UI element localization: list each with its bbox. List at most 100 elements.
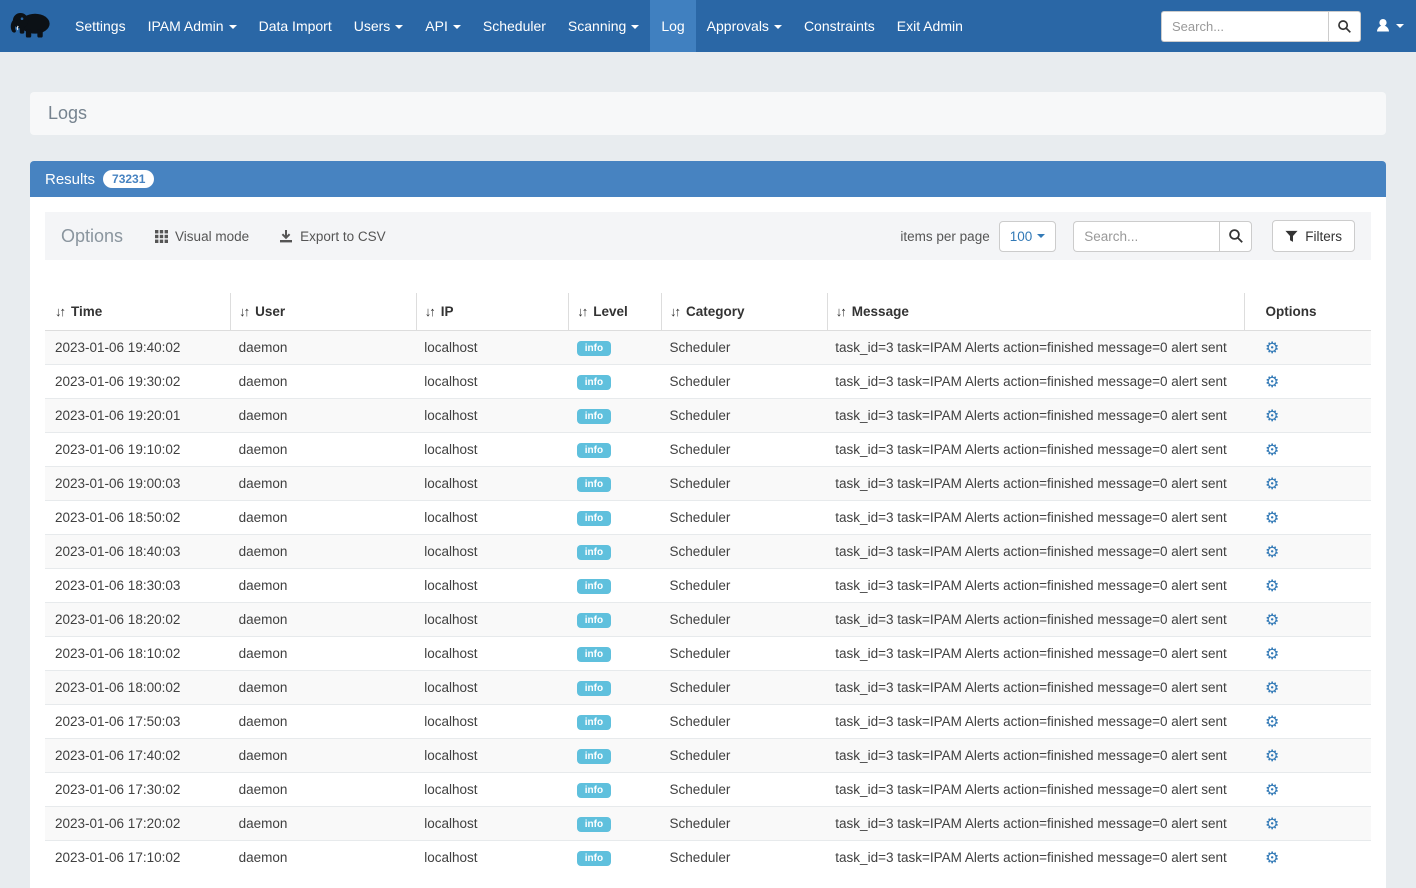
sort-icon: ↓↑: [670, 304, 679, 319]
cell-message: task_id=3 task=IPAM Alerts action=finish…: [827, 467, 1245, 501]
cell-level: info: [569, 807, 662, 841]
cell-message: task_id=3 task=IPAM Alerts action=finish…: [827, 637, 1245, 671]
column-header-category[interactable]: ↓↑Category: [662, 293, 828, 331]
cell-ip: localhost: [416, 399, 568, 433]
gear-icon[interactable]: ⚙: [1265, 814, 1279, 833]
gear-icon[interactable]: ⚙: [1265, 848, 1279, 867]
level-badge: info: [577, 409, 611, 424]
page-size-value: 100: [1010, 229, 1033, 244]
cell-category: Scheduler: [662, 807, 828, 841]
cell-options: ⚙: [1245, 705, 1371, 739]
nav-item-exit-admin[interactable]: Exit Admin: [886, 0, 974, 52]
gear-icon[interactable]: ⚙: [1265, 542, 1279, 561]
level-badge: info: [577, 851, 611, 866]
cell-time: 2023-01-06 18:50:02: [45, 501, 231, 535]
visual-mode-button[interactable]: Visual mode: [155, 229, 249, 244]
user-icon: [1375, 18, 1391, 34]
chevron-down-icon: [395, 25, 403, 29]
cell-message: task_id=3 task=IPAM Alerts action=finish…: [827, 535, 1245, 569]
grid-icon: [155, 230, 168, 243]
nav-item-api[interactable]: API: [414, 0, 472, 52]
nav-item-scanning[interactable]: Scanning: [557, 0, 650, 52]
column-header-time[interactable]: ↓↑Time: [45, 293, 231, 331]
results-panel: Results 73231 Options Visual mode: [30, 161, 1386, 888]
gear-icon[interactable]: ⚙: [1265, 508, 1279, 527]
nav-item-constraints[interactable]: Constraints: [793, 0, 886, 52]
gear-icon[interactable]: ⚙: [1265, 338, 1279, 357]
level-badge: info: [577, 749, 611, 764]
column-header-user[interactable]: ↓↑User: [231, 293, 417, 331]
page-size-dropdown[interactable]: 100: [999, 221, 1057, 252]
options-toolbar: Options Visual mode: [45, 212, 1371, 260]
cell-user: daemon: [231, 773, 417, 807]
cell-level: info: [569, 501, 662, 535]
nav-item-settings[interactable]: Settings: [64, 0, 137, 52]
log-table-row: 2023-01-06 19:10:02daemonlocalhostinfoSc…: [45, 433, 1371, 467]
cell-level: info: [569, 331, 662, 365]
cell-options: ⚙: [1245, 399, 1371, 433]
cell-level: info: [569, 365, 662, 399]
user-menu[interactable]: [1375, 18, 1404, 34]
gear-icon[interactable]: ⚙: [1265, 372, 1279, 391]
cell-user: daemon: [231, 841, 417, 875]
cell-options: ⚙: [1245, 365, 1371, 399]
cell-ip: localhost: [416, 671, 568, 705]
table-search-group: [1073, 221, 1252, 252]
gear-icon[interactable]: ⚙: [1265, 474, 1279, 493]
column-header-message[interactable]: ↓↑Message: [827, 293, 1245, 331]
column-header-level[interactable]: ↓↑Level: [569, 293, 662, 331]
gear-icon[interactable]: ⚙: [1265, 746, 1279, 765]
level-badge: info: [577, 715, 611, 730]
nav-item-log[interactable]: Log: [650, 0, 695, 52]
nav-item-scheduler[interactable]: Scheduler: [472, 0, 557, 52]
table-search-input[interactable]: [1073, 221, 1219, 252]
export-csv-button[interactable]: Export to CSV: [279, 229, 386, 244]
visual-mode-label: Visual mode: [175, 229, 249, 244]
gear-icon[interactable]: ⚙: [1265, 644, 1279, 663]
column-header-ip[interactable]: ↓↑IP: [416, 293, 568, 331]
navbar-search-button[interactable]: [1328, 11, 1361, 42]
level-badge: info: [577, 375, 611, 390]
gear-icon[interactable]: ⚙: [1265, 406, 1279, 425]
cell-time: 2023-01-06 18:20:02: [45, 603, 231, 637]
table-search-button[interactable]: [1219, 221, 1252, 252]
cell-category: Scheduler: [662, 331, 828, 365]
cell-options: ⚙: [1245, 773, 1371, 807]
cell-message: task_id=3 task=IPAM Alerts action=finish…: [827, 807, 1245, 841]
log-table-row: 2023-01-06 17:30:02daemonlocalhostinfoSc…: [45, 773, 1371, 807]
cell-options: ⚙: [1245, 841, 1371, 875]
gear-icon[interactable]: ⚙: [1265, 576, 1279, 595]
cell-options: ⚙: [1245, 467, 1371, 501]
level-badge: info: [577, 817, 611, 832]
sort-icon: ↓↑: [836, 304, 845, 319]
cell-message: task_id=3 task=IPAM Alerts action=finish…: [827, 603, 1245, 637]
nav-item-approvals[interactable]: Approvals: [696, 0, 793, 52]
cell-time: 2023-01-06 19:10:02: [45, 433, 231, 467]
cell-level: info: [569, 705, 662, 739]
filters-button[interactable]: Filters: [1272, 220, 1355, 252]
navbar-search-input[interactable]: [1161, 11, 1328, 42]
cell-ip: localhost: [416, 433, 568, 467]
nav-item-ipam-admin[interactable]: IPAM Admin: [137, 0, 248, 52]
export-csv-label: Export to CSV: [300, 229, 386, 244]
sort-icon: ↓↑: [577, 304, 586, 319]
cell-ip: localhost: [416, 467, 568, 501]
cell-options: ⚙: [1245, 569, 1371, 603]
gear-icon[interactable]: ⚙: [1265, 678, 1279, 697]
nav-item-data-import[interactable]: Data Import: [248, 0, 343, 52]
nav-item-users[interactable]: Users: [343, 0, 415, 52]
navbar-search-group: [1161, 11, 1361, 42]
gear-icon[interactable]: ⚙: [1265, 712, 1279, 731]
gear-icon[interactable]: ⚙: [1265, 780, 1279, 799]
gear-icon[interactable]: ⚙: [1265, 440, 1279, 459]
cell-options: ⚙: [1245, 331, 1371, 365]
level-badge: info: [577, 783, 611, 798]
chevron-down-icon: [774, 25, 782, 29]
phpipam-logo[interactable]: [0, 0, 64, 52]
cell-category: Scheduler: [662, 535, 828, 569]
gear-icon[interactable]: ⚙: [1265, 610, 1279, 629]
cell-level: info: [569, 467, 662, 501]
cell-ip: localhost: [416, 603, 568, 637]
cell-ip: localhost: [416, 637, 568, 671]
cell-ip: localhost: [416, 807, 568, 841]
